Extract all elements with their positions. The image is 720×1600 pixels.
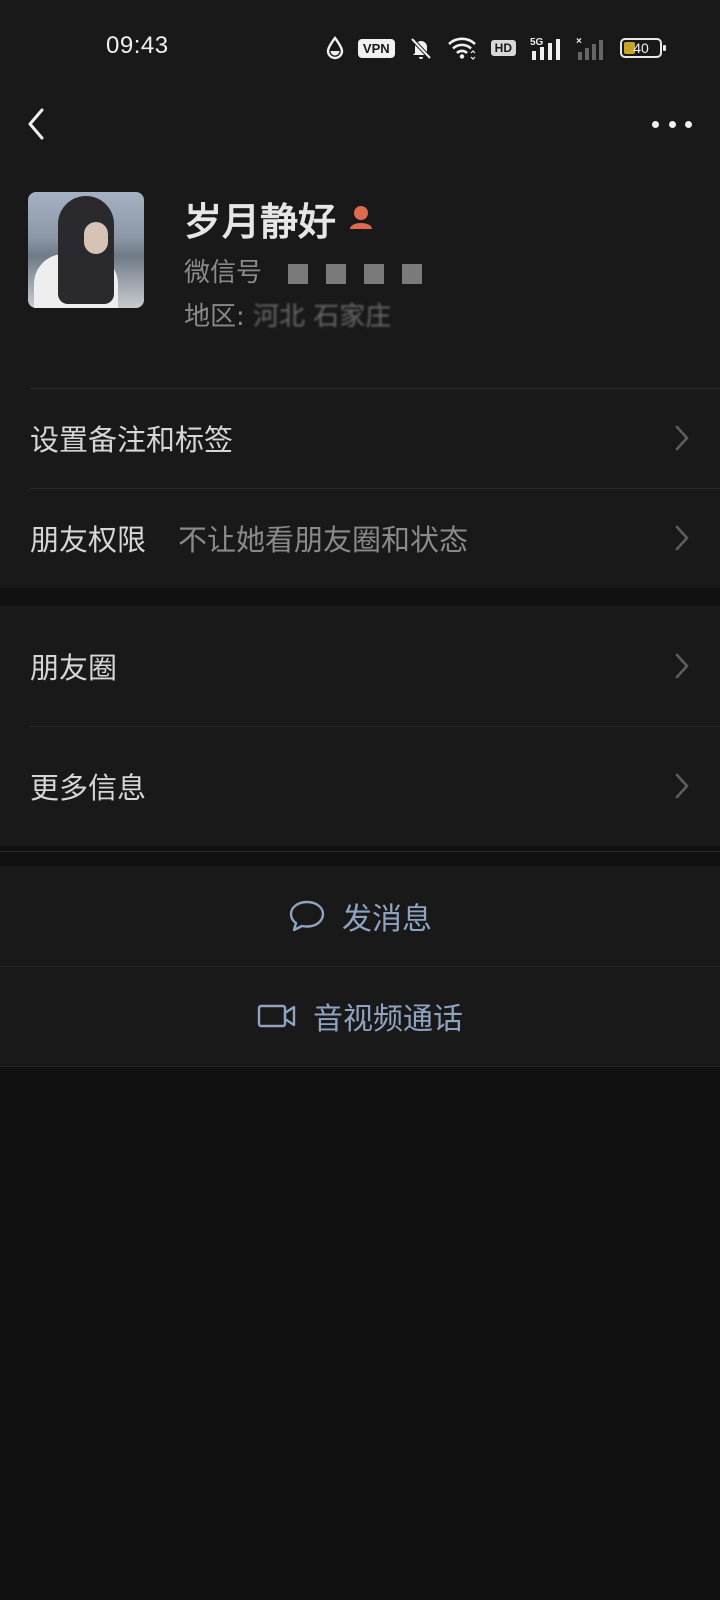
avatar-hair <box>58 196 114 304</box>
avatar-face <box>84 222 108 254</box>
chevron-right-icon <box>675 653 689 679</box>
drop-icon <box>326 36 344 60</box>
status-icons: VPN HD 5G × 40 <box>326 34 666 62</box>
wechat-id-label: 微信号 <box>184 258 263 288</box>
row-label: 设置备注和标签 <box>30 423 234 457</box>
chevron-right-icon <box>675 773 689 799</box>
settings-section: 设置备注和标签 朋友权限 不让她看朋友圈和状态 <box>0 388 720 588</box>
svg-text:5G: 5G <box>530 37 544 48</box>
more-dots-icon <box>685 120 692 128</box>
avatar[interactable] <box>28 192 144 308</box>
more-dots-icon <box>652 120 659 128</box>
region: 地区: 河北 石家庄 <box>184 296 391 333</box>
battery-icon: 40 <box>620 38 666 58</box>
moments-row[interactable]: 朋友圈 <box>0 606 720 726</box>
chevron-left-icon <box>28 108 44 140</box>
row-label: 朋友权限 <box>30 523 147 557</box>
wifi-icon <box>447 37 476 60</box>
vpn-badge: VPN <box>357 38 395 58</box>
row-label: 更多信息 <box>30 771 147 805</box>
status-time: 09:43 <box>106 32 169 59</box>
video-call-label: 音视频通话 <box>313 1002 463 1037</box>
row-label: 朋友圈 <box>30 651 118 685</box>
chevron-right-icon <box>675 425 689 451</box>
svg-text:×: × <box>576 36 582 47</box>
wechat-id: 微信号 <box>184 252 423 289</box>
signal-5g-icon: 5G <box>530 37 560 60</box>
more-button[interactable] <box>652 110 692 138</box>
moments-section: 朋友圈 更多信息 <box>0 606 720 846</box>
female-icon <box>350 206 373 229</box>
send-message-button[interactable]: 发消息 <box>0 866 720 966</box>
chat-bubble-icon <box>289 900 325 932</box>
bell-off-icon <box>410 37 432 60</box>
friend-permissions-row[interactable]: 朋友权限 不让她看朋友圈和状态 <box>0 488 720 588</box>
more-dots-icon <box>668 120 676 128</box>
screen: 09:43 VPN HD 5G × 40 岁月静好 微信号 地区: 河北 石家庄… <box>0 0 720 1600</box>
remark-tags-row[interactable]: 设置备注和标签 <box>0 388 720 488</box>
chevron-right-icon <box>675 525 689 551</box>
video-call-button[interactable]: 音视频通话 <box>0 966 720 1066</box>
section-divider <box>0 851 720 852</box>
name-row: 岁月静好 <box>184 194 376 244</box>
send-message-label: 发消息 <box>342 902 432 937</box>
battery-level-text: 40 <box>633 40 649 56</box>
profile-header: 岁月静好 微信号 地区: 河北 石家庄 <box>0 186 720 388</box>
actions-section: 发消息 音视频通话 <box>0 866 720 1066</box>
row-value: 不让她看朋友圈和状态 <box>178 523 469 557</box>
section-divider <box>0 1066 720 1067</box>
region-label: 地区: <box>184 302 245 332</box>
back-button[interactable] <box>22 102 62 146</box>
nav-bar <box>0 96 720 186</box>
video-camera-icon <box>257 1004 296 1028</box>
status-bar: 09:43 VPN HD 5G × 40 <box>0 0 720 96</box>
contact-name: 岁月静好 <box>184 199 337 244</box>
signal-no-service-icon: × <box>576 36 603 60</box>
hd-badge: HD <box>490 40 516 56</box>
wechat-id-redacted <box>288 263 423 284</box>
region-value: 河北 石家庄 <box>253 302 392 332</box>
more-info-row[interactable]: 更多信息 <box>0 726 720 846</box>
